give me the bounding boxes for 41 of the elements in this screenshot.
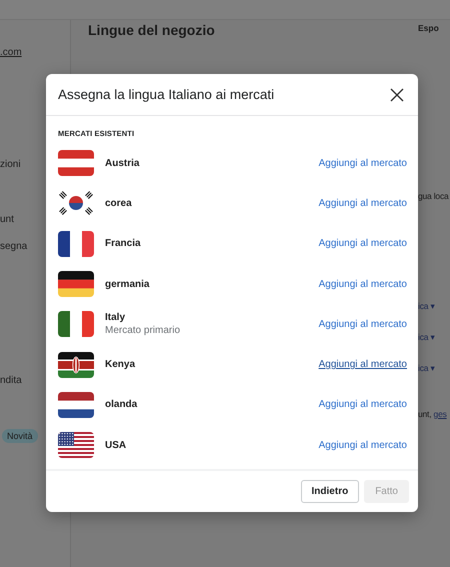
sidebar-item[interactable]: unt [0, 212, 14, 228]
market-name: germania [105, 278, 150, 291]
flag-icon [58, 352, 94, 378]
add-to-market-link[interactable]: Aggiungi al mercato [318, 198, 407, 209]
market-name: USA [105, 438, 128, 452]
new-badge: Novità [2, 429, 38, 443]
add-to-market-link[interactable]: Aggiungi al mercato [318, 238, 407, 250]
add-to-market-link[interactable]: Aggiungi al mercato [318, 399, 407, 410]
add-to-market-link[interactable]: Aggiungi al mercato [318, 158, 407, 169]
flag-icon [58, 190, 94, 216]
market-name: olanda [105, 398, 138, 412]
sidebar-item[interactable]: ndita [0, 373, 22, 389]
add-to-market-link[interactable]: Aggiungi al mercato [318, 278, 407, 290]
market-name: Kenya [105, 358, 136, 372]
flag-icon [58, 271, 94, 298]
setting-text: unt, ges [418, 408, 448, 421]
market-name: corea [105, 196, 133, 210]
market-subtitle: Mercato primario [105, 324, 182, 338]
add-to-market-link[interactable]: Aggiungi al mercato [318, 359, 407, 370]
flag-icon [58, 230, 94, 257]
settings-link[interactable]: ges [434, 409, 447, 419]
add-to-market-link[interactable]: Aggiungi al mercato [318, 440, 407, 451]
header-button[interactable]: Espo [418, 20, 450, 36]
sidebar-item[interactable]: segna [0, 239, 28, 255]
flag-icon [58, 311, 94, 338]
dropdown-button[interactable]: ica ▾ [418, 330, 450, 344]
setting-text: gua loca [418, 190, 450, 203]
add-to-market-link[interactable]: Aggiungi al mercato [318, 318, 407, 330]
dialog-title: Assegna la lingua Italiano ai mercati [58, 87, 276, 102]
market-name: Austria [105, 156, 140, 170]
dropdown-button[interactable]: ica ▾ [418, 361, 450, 375]
market-name: Francia [105, 237, 142, 250]
back-button[interactable]: Indietro [300, 480, 360, 503]
market-name: Italy [105, 310, 126, 324]
flag-icon [58, 150, 94, 176]
sidebar-link[interactable]: .com [0, 45, 22, 61]
flag-icon [58, 392, 94, 418]
flag-icon [58, 432, 94, 458]
dropdown-button[interactable]: ica ▾ [418, 299, 450, 313]
page-title: Lingue del negozio [88, 21, 215, 40]
sidebar-item[interactable]: zioni [0, 157, 21, 173]
